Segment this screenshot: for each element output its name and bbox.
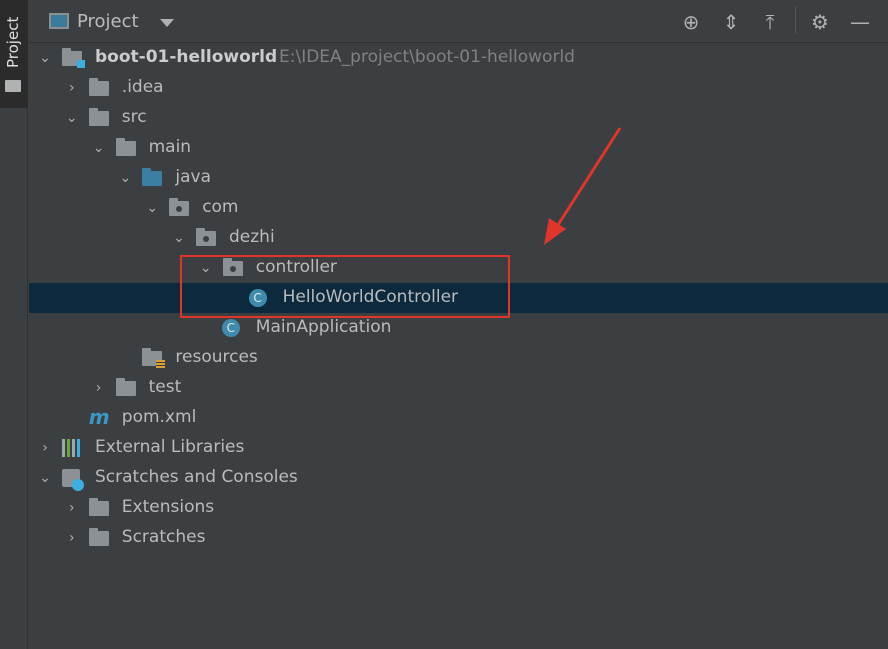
- chevron-right-icon[interactable]: ›: [65, 78, 79, 98]
- tree-row-java[interactable]: ⌄ java: [29, 163, 888, 193]
- collapse-all-icon[interactable]: ⤒: [758, 10, 782, 34]
- project-side-tab-label: Project: [4, 16, 22, 68]
- tree-row-main[interactable]: ⌄ main: [29, 133, 888, 163]
- tree-item-label: resources: [175, 347, 258, 367]
- chevron-right-icon[interactable]: ›: [92, 378, 106, 398]
- package-icon: [222, 258, 243, 276]
- tree-item-label: Extensions: [121, 497, 215, 517]
- tree-item-label: controller: [255, 257, 337, 277]
- project-path: E:\IDEA_project\boot-01-helloworld: [279, 47, 575, 67]
- tree-item-label: com: [202, 197, 239, 217]
- toolbar-divider: [795, 6, 796, 34]
- folder-icon: [88, 528, 109, 546]
- tree-row-controller[interactable]: ⌄ controller: [29, 253, 888, 283]
- view-dropdown-icon[interactable]: [160, 19, 174, 27]
- tree-item-label: java: [175, 167, 212, 187]
- locate-icon[interactable]: ⊕: [679, 10, 703, 34]
- folder-icon: [115, 138, 136, 156]
- tree-item-label: main: [148, 137, 192, 157]
- module-folder-icon: [62, 48, 85, 68]
- spring-boot-class-icon: C: [221, 319, 240, 337]
- tree-item-label: External Libraries: [95, 437, 245, 457]
- tree-item-label: src: [121, 107, 147, 127]
- maven-icon: m: [88, 405, 110, 429]
- tree-row-test[interactable]: › test: [29, 373, 888, 403]
- tree-row-com[interactable]: ⌄ com: [29, 193, 888, 223]
- tree-row-external-libraries[interactable]: › External Libraries: [29, 433, 888, 463]
- tree-row-mainapplication[interactable]: C MainApplication: [29, 313, 888, 343]
- chevron-down-icon[interactable]: ⌄: [38, 468, 52, 488]
- chevron-down-icon[interactable]: ⌄: [172, 228, 186, 248]
- project-view-icon: [49, 13, 69, 29]
- tree-row-scratches-and-consoles[interactable]: ⌄ Scratches and Consoles: [29, 463, 888, 493]
- chevron-down-icon[interactable]: ⌄: [118, 168, 132, 188]
- project-side-tab[interactable]: Project: [0, 0, 28, 108]
- tree-row-idea[interactable]: › .idea: [29, 73, 888, 103]
- package-icon: [169, 198, 190, 216]
- tree-row-src[interactable]: ⌄ src: [29, 103, 888, 133]
- scratches-icon: [62, 469, 84, 491]
- tree-row-pom-xml[interactable]: m pom.xml: [29, 403, 888, 433]
- tree-item-label: boot-01-helloworld: [95, 47, 278, 67]
- tree-item-label: Scratches: [121, 527, 206, 547]
- tree-row-dezhi[interactable]: ⌄ dezhi: [29, 223, 888, 253]
- chevron-down-icon[interactable]: ⌄: [65, 108, 79, 128]
- chevron-right-icon[interactable]: ›: [38, 438, 52, 458]
- tree-item-label: .idea: [121, 77, 164, 97]
- folder-icon: [115, 378, 136, 396]
- expand-all-icon[interactable]: ⇕: [719, 10, 743, 34]
- package-icon: [196, 228, 216, 246]
- gear-icon[interactable]: ⚙: [808, 10, 832, 34]
- tree-row-resources[interactable]: resources: [29, 343, 888, 373]
- chevron-right-icon[interactable]: ›: [65, 498, 79, 518]
- source-folder-icon: [142, 168, 163, 186]
- tree-row-scratches[interactable]: › Scratches: [29, 523, 888, 553]
- chevron-down-icon[interactable]: ⌄: [38, 48, 52, 68]
- tool-window-strip: Project: [0, 0, 28, 649]
- folder-icon: [88, 78, 109, 96]
- tree-item-label: HelloWorldController: [282, 287, 459, 307]
- libraries-icon: [62, 439, 80, 457]
- tree-item-label: MainApplication: [255, 317, 392, 337]
- tree-item-label: Scratches and Consoles: [95, 467, 298, 487]
- folder-icon: [5, 80, 21, 92]
- folder-icon: [88, 498, 109, 516]
- tree-row-extensions[interactable]: › Extensions: [29, 493, 888, 523]
- resources-folder-icon: [142, 348, 166, 369]
- tree-item-label: test: [148, 377, 182, 397]
- project-view-title[interactable]: Project: [77, 11, 139, 32]
- chevron-down-icon[interactable]: ⌄: [92, 138, 106, 158]
- chevron-down-icon[interactable]: ⌄: [145, 198, 159, 218]
- project-header: Project ⊕ ⇕ ⤒ ⚙ —: [29, 0, 888, 43]
- chevron-down-icon[interactable]: ⌄: [199, 258, 213, 278]
- minimize-icon[interactable]: —: [848, 10, 872, 34]
- folder-icon: [88, 108, 109, 126]
- tree-row-boot-01-helloworld[interactable]: ⌄ boot-01-helloworld E:\IDEA_project\boot-…: [29, 43, 888, 73]
- tree-row-helloworldcontroller[interactable]: C HelloWorldController: [29, 283, 888, 313]
- tree-item-label: pom.xml: [121, 407, 197, 427]
- class-icon: C: [248, 289, 267, 307]
- tree-item-label: dezhi: [229, 227, 275, 247]
- chevron-right-icon[interactable]: ›: [65, 528, 79, 548]
